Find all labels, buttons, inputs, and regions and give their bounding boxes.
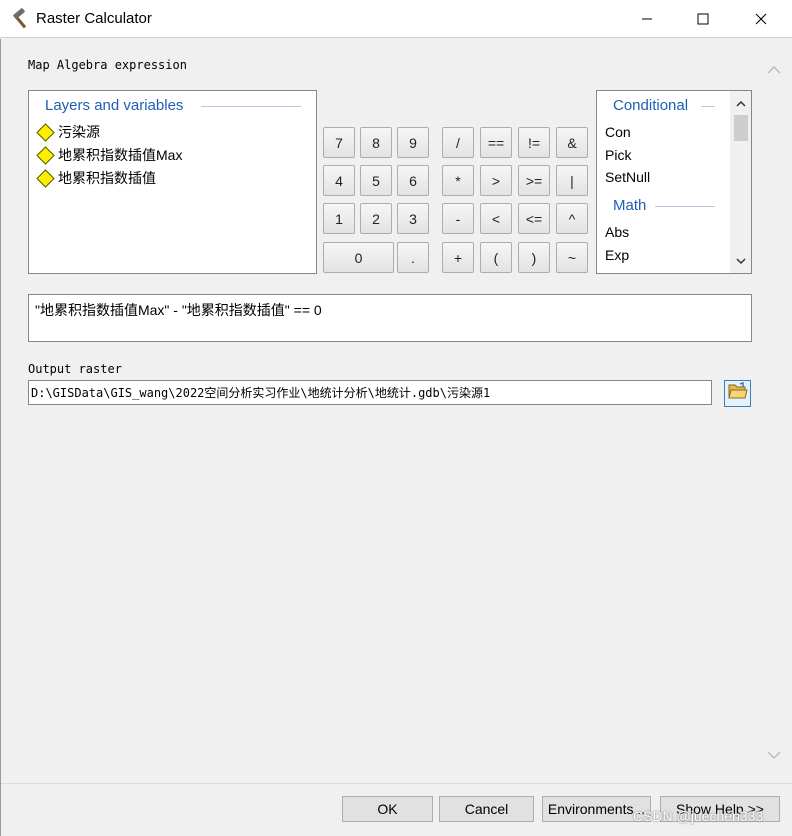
- cancel-button[interactable]: Cancel: [439, 796, 534, 822]
- key-xor[interactable]: ^: [556, 203, 588, 234]
- close-button[interactable]: [738, 0, 784, 38]
- ok-button[interactable]: OK: [342, 796, 433, 822]
- conditional-header: Conditional: [613, 97, 689, 114]
- key-4[interactable]: 4: [323, 165, 355, 196]
- key-1[interactable]: 1: [323, 203, 355, 234]
- expression-label: Map Algebra expression: [28, 58, 187, 72]
- chevron-up-icon: [767, 61, 781, 79]
- key-multiply[interactable]: *: [442, 165, 474, 196]
- layer-item[interactable]: 地累积指数插值: [36, 167, 156, 189]
- layers-header: Layers and variables: [45, 97, 184, 114]
- key-less-equal[interactable]: <=: [518, 203, 550, 234]
- divider: [1, 783, 792, 784]
- maximize-button[interactable]: [680, 0, 726, 38]
- function-item-exp[interactable]: Exp: [605, 247, 629, 263]
- key-3[interactable]: 3: [397, 203, 429, 234]
- title-bar: Raster Calculator: [0, 0, 792, 38]
- header-divider: [701, 106, 715, 107]
- function-item-setnull[interactable]: SetNull: [605, 169, 650, 185]
- key-close-paren[interactable]: ): [518, 242, 550, 273]
- key-not[interactable]: ~: [556, 242, 588, 273]
- output-label: Output raster: [28, 362, 122, 376]
- layer-label: 地累积指数插值: [58, 170, 156, 186]
- expression-text: "地累积指数插值Max" - "地累积指数插值" == 0: [35, 302, 322, 318]
- layer-label: 地累积指数插值Max: [58, 147, 183, 163]
- function-item-pick[interactable]: Pick: [605, 147, 631, 163]
- output-raster-field[interactable]: D:\GISData\GIS_wang\2022空间分析实习作业\地统计分析\地…: [28, 380, 712, 405]
- function-item-con[interactable]: Con: [605, 124, 631, 140]
- key-greater[interactable]: >: [480, 165, 512, 196]
- layers-list[interactable]: Layers and variables 污染源 地累积指数插值Max 地累积指…: [28, 90, 317, 274]
- function-item-abs[interactable]: Abs: [605, 224, 629, 240]
- key-not-equal[interactable]: !=: [518, 127, 550, 158]
- watermark: CSDN @juechen333: [633, 808, 764, 824]
- key-6[interactable]: 6: [397, 165, 429, 196]
- chevron-down-icon: [767, 747, 781, 765]
- key-divide[interactable]: /: [442, 127, 474, 158]
- browse-button[interactable]: [724, 380, 751, 407]
- math-header: Math: [613, 197, 647, 214]
- key-decimal[interactable]: .: [397, 242, 429, 273]
- key-5[interactable]: 5: [360, 165, 392, 196]
- key-greater-equal[interactable]: >=: [518, 165, 550, 196]
- layer-label: 污染源: [58, 124, 100, 140]
- functions-scrollbar[interactable]: [730, 91, 751, 273]
- key-and[interactable]: &: [556, 127, 588, 158]
- layer-item[interactable]: 污染源: [36, 121, 100, 143]
- open-folder-icon: [727, 382, 748, 405]
- scroll-up-arrow-icon[interactable]: [730, 93, 751, 113]
- raster-layer-icon: [36, 145, 55, 165]
- raster-layer-icon: [36, 122, 55, 142]
- key-9[interactable]: 9: [397, 127, 429, 158]
- key-0[interactable]: 0: [323, 242, 394, 273]
- scroll-thumb[interactable]: [734, 115, 748, 141]
- layer-item[interactable]: 地累积指数插值Max: [36, 144, 183, 166]
- key-7[interactable]: 7: [323, 127, 355, 158]
- functions-list[interactable]: Conditional Con Pick SetNull Math Abs Ex…: [596, 90, 752, 274]
- raster-layer-icon: [36, 168, 55, 188]
- dialog-body: Map Algebra expression Layers and variab…: [0, 39, 792, 836]
- scroll-down-arrow-icon[interactable]: [730, 251, 751, 271]
- header-divider: [655, 206, 715, 207]
- window-title: Raster Calculator: [36, 10, 152, 27]
- hammer-icon: [10, 8, 32, 30]
- expression-input[interactable]: "地累积指数插值Max" - "地累积指数插值" == 0: [28, 294, 752, 342]
- key-less[interactable]: <: [480, 203, 512, 234]
- key-equal[interactable]: ==: [480, 127, 512, 158]
- key-minus[interactable]: -: [442, 203, 474, 234]
- minimize-button[interactable]: [624, 0, 670, 38]
- key-8[interactable]: 8: [360, 127, 392, 158]
- key-open-paren[interactable]: (: [480, 242, 512, 273]
- header-divider: [201, 106, 301, 107]
- key-or[interactable]: |: [556, 165, 588, 196]
- key-plus[interactable]: +: [442, 242, 474, 273]
- key-2[interactable]: 2: [360, 203, 392, 234]
